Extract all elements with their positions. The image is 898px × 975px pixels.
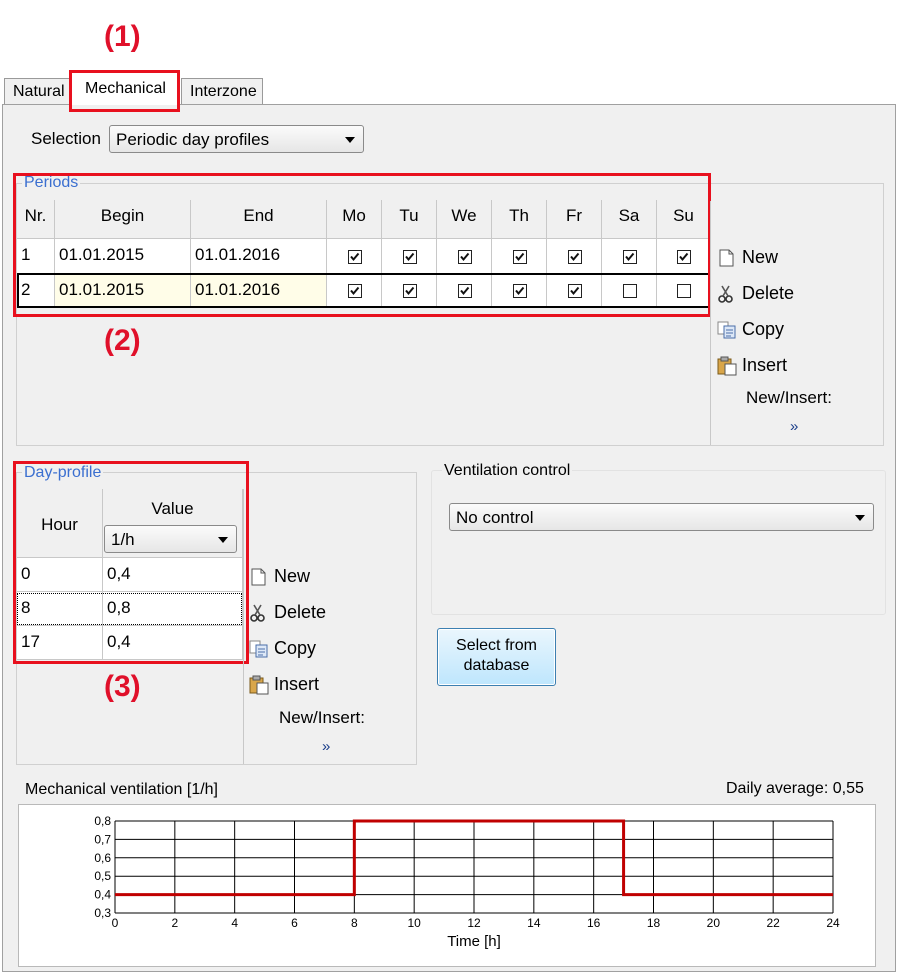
day-profile-divider — [243, 489, 244, 764]
paste-clipboard-icon — [248, 675, 270, 695]
y-tick-label: 0,7 — [94, 832, 111, 846]
day-profile-copy-button[interactable]: Copy — [248, 635, 316, 661]
annotation-3: (3) — [104, 670, 141, 703]
y-tick-label: 0,5 — [94, 869, 111, 883]
x-tick-label: 8 — [351, 916, 358, 930]
chevron-down-icon — [345, 137, 355, 143]
x-axis-label: Time [h] — [447, 933, 501, 950]
select-db-line1: Select from — [456, 637, 537, 654]
x-tick-label: 18 — [647, 916, 661, 930]
x-tick-label: 12 — [467, 916, 481, 930]
ventilation-chart: 0 2 4 6 8 10 12 14 16 18 20 22 240,30,40,50,60,70,8T… — [94, 814, 840, 950]
day-profile-delete-label: Delete — [274, 602, 327, 622]
day-profile-new-label: New — [274, 566, 311, 586]
periods-delete-button[interactable]: Delete — [716, 280, 794, 306]
chevron-down-icon — [855, 515, 865, 521]
periods-insert-label: Insert — [742, 355, 788, 375]
x-tick-label: 24 — [826, 916, 840, 930]
x-tick-label: 2 — [171, 916, 178, 930]
annotation-2: (2) — [104, 324, 141, 357]
day-profile-copy-label: Copy — [274, 638, 317, 658]
day-profile-delete-button[interactable]: Delete — [248, 599, 326, 625]
copy-icon — [716, 320, 738, 340]
y-tick-label: 0,6 — [94, 851, 111, 865]
tab-interzone[interactable]: Interzone — [181, 78, 263, 104]
new-document-icon — [248, 567, 270, 587]
ventilation-control-value: No control — [456, 508, 534, 527]
selection-value: Periodic day profiles — [116, 130, 270, 149]
annotation-1: (1) — [104, 20, 141, 53]
x-tick-label: 14 — [527, 916, 541, 930]
highlight-box-2 — [13, 173, 711, 317]
periods-divider — [710, 201, 711, 445]
chart-container: 0 2 4 6 8 10 12 14 16 18 20 22 24 0,3 0,4 0,5 0,6 0,7 0,8 T… — [18, 804, 876, 967]
x-tick-label: 22 — [766, 916, 780, 930]
x-tick-label: 4 — [231, 916, 238, 930]
highlight-box-1 — [69, 70, 180, 112]
periods-new-label: New — [742, 247, 779, 267]
highlight-box-3 — [13, 461, 249, 664]
periods-new-insert-label: New/Insert: — [746, 388, 832, 407]
day-profile-insert-label: Insert — [274, 674, 320, 694]
daily-average: Daily average: 0,55 — [726, 780, 864, 797]
periods-insert-button[interactable]: Insert — [716, 352, 787, 378]
copy-icon — [248, 639, 270, 659]
ventilation-control-group — [431, 470, 886, 615]
x-tick-label: 6 — [291, 916, 298, 930]
select-from-database-button[interactable]: Select from database — [437, 628, 556, 686]
day-profile-new-insert-label: New/Insert: — [279, 708, 365, 727]
paste-clipboard-icon — [716, 356, 738, 376]
y-tick-label: 0,4 — [94, 888, 111, 902]
new-document-icon — [716, 248, 738, 268]
scissors-icon — [248, 603, 270, 623]
tab-natural[interactable]: Natural — [4, 78, 70, 104]
select-db-line2: database — [463, 657, 530, 674]
chart-title: Mechanical ventilation [1/h] — [25, 781, 218, 798]
x-tick-label: 16 — [587, 916, 601, 930]
ventilation-control-dropdown[interactable]: No control — [449, 503, 874, 531]
day-profile-more-button[interactable]: » — [322, 738, 330, 755]
ventilation-control-legend: Ventilation control — [442, 462, 573, 480]
x-tick-label: 10 — [407, 916, 421, 930]
periods-copy-button[interactable]: Copy — [716, 316, 784, 342]
day-profile-new-button[interactable]: New — [248, 563, 310, 589]
y-tick-label: 0,3 — [94, 906, 111, 920]
selection-dropdown[interactable]: Periodic day profiles — [109, 125, 364, 153]
x-tick-label: 0 — [112, 916, 119, 930]
day-profile-insert-button[interactable]: Insert — [248, 671, 319, 697]
selection-label: Selection — [31, 129, 101, 148]
periods-new-button[interactable]: New — [716, 244, 778, 270]
y-tick-label: 0,8 — [94, 814, 111, 828]
scissors-icon — [716, 284, 738, 304]
periods-delete-label: Delete — [742, 283, 795, 303]
x-tick-label: 20 — [707, 916, 721, 930]
periods-more-button[interactable]: » — [790, 418, 798, 435]
periods-copy-label: Copy — [742, 319, 785, 339]
